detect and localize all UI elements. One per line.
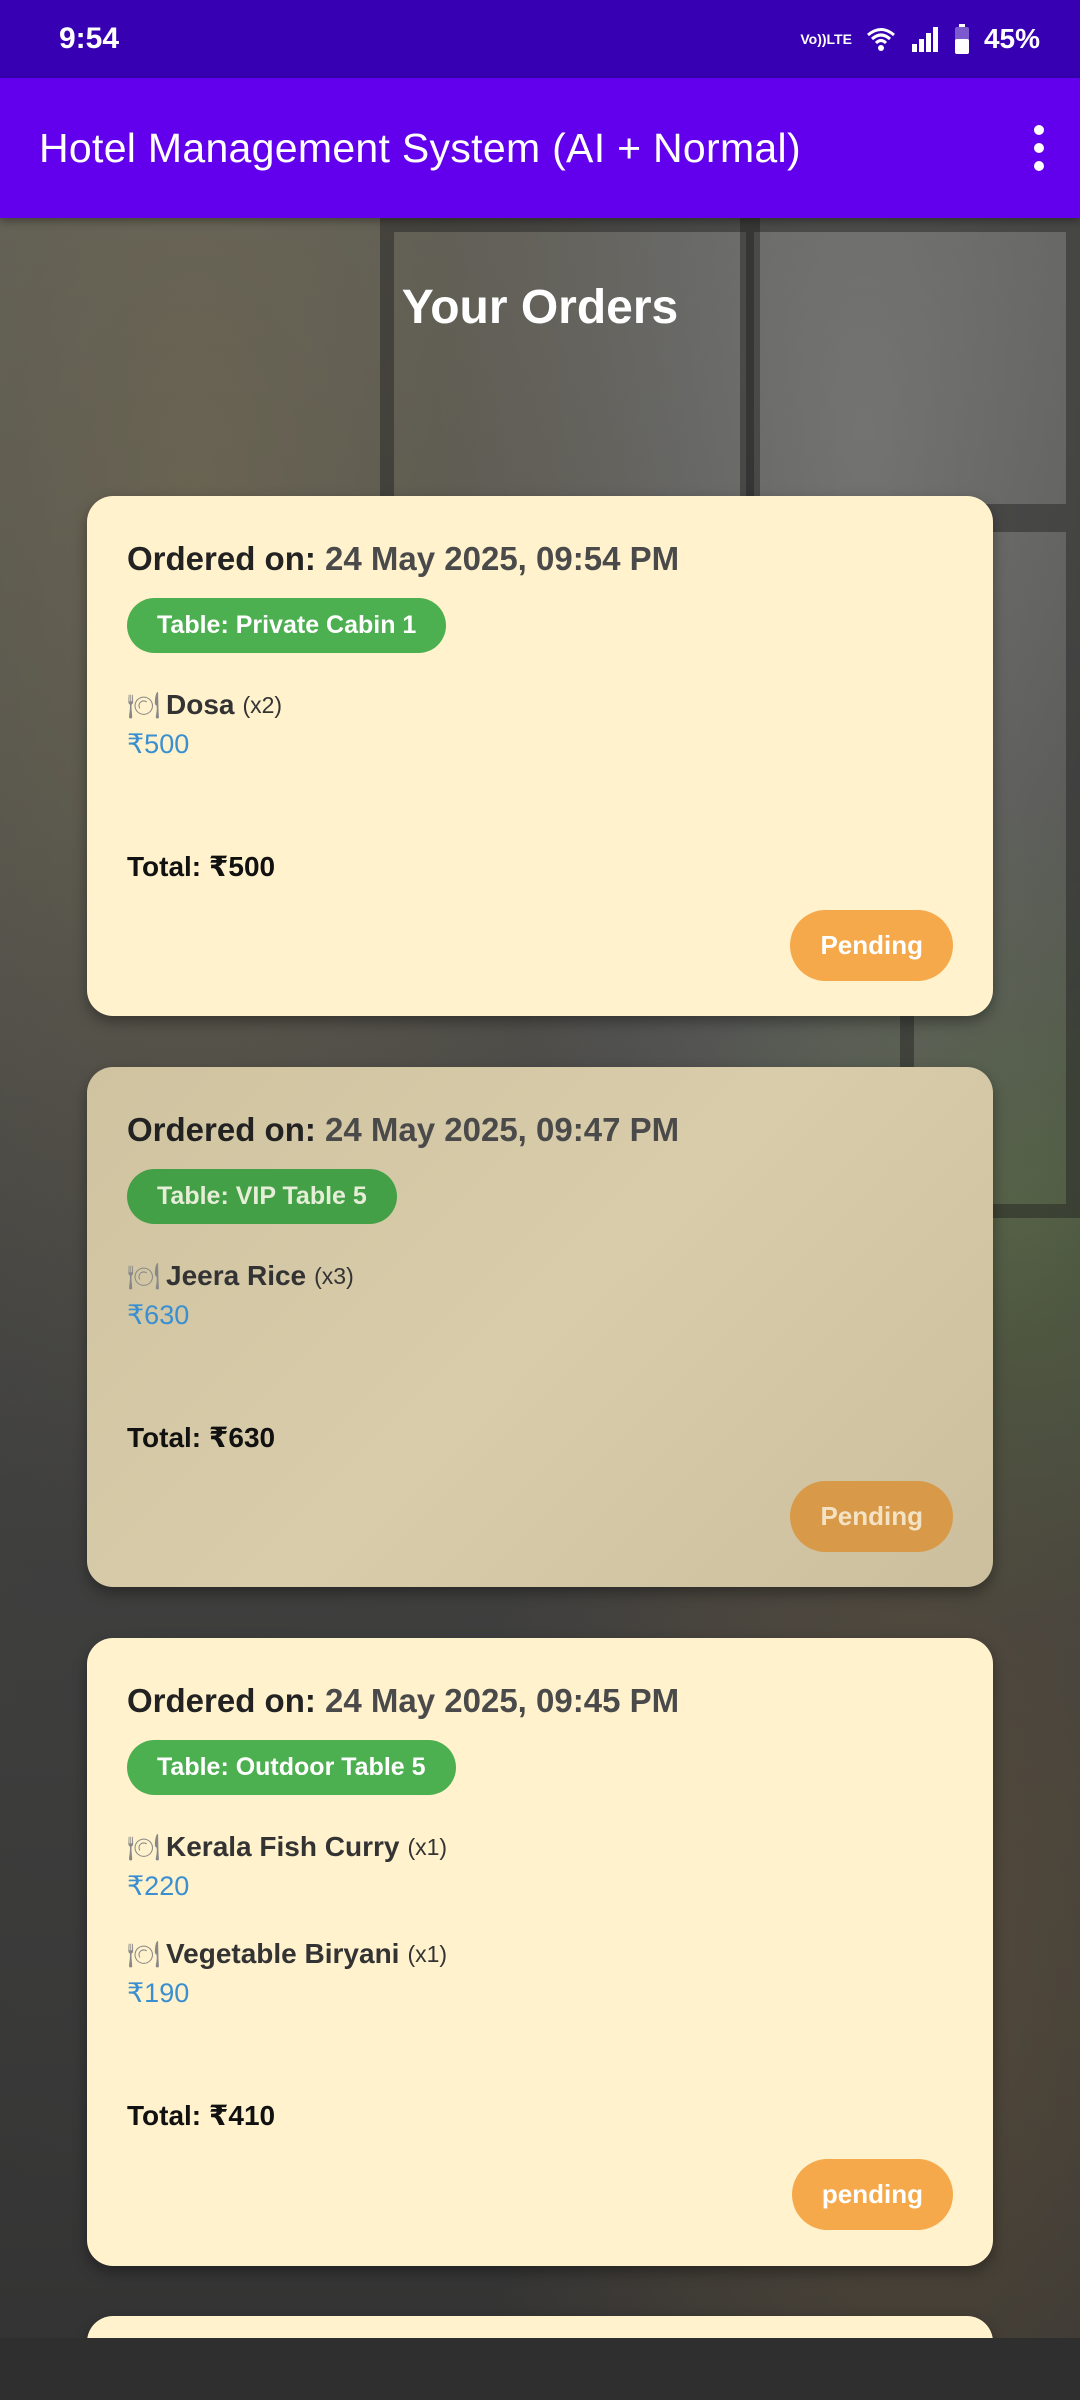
order-total: Total: ₹500 bbox=[127, 851, 276, 882]
ordered-on-label: Ordered on: bbox=[127, 540, 316, 577]
menu-dot bbox=[1034, 143, 1044, 153]
ordered-on: Ordered on: 24 May 2025, 09:47 PM bbox=[127, 1111, 953, 1149]
status-bar: 9:54 Vo)) LTE 45% bbox=[0, 0, 1080, 78]
menu-dot bbox=[1034, 161, 1044, 171]
app-title: Hotel Management System (AI + Normal) bbox=[39, 124, 801, 171]
ordered-on-date: 24 May 2025, 09:54 PM bbox=[325, 540, 680, 577]
status-badge[interactable]: pending bbox=[791, 2159, 953, 2230]
window-pane bbox=[740, 218, 1080, 518]
volte-top-text: Vo)) bbox=[800, 31, 827, 47]
item-price: ₹630 bbox=[127, 1300, 190, 1330]
ordered-on-label: Ordered on: bbox=[127, 1111, 316, 1148]
table-badge: Table: Outdoor Table 5 bbox=[127, 1740, 456, 1795]
item-name: Vegetable Biryani bbox=[166, 1938, 400, 1969]
order-total: Total: ₹630 bbox=[127, 1422, 276, 1453]
item-price: ₹220 bbox=[127, 1871, 190, 1901]
ordered-on: Ordered on: 24 May 2025, 09:45 PM bbox=[127, 1682, 953, 1720]
plate-icon: 🍽 bbox=[127, 1938, 161, 1969]
item-quantity: (x1) bbox=[407, 1833, 448, 1860]
status-icons: Vo)) LTE 45% bbox=[800, 23, 1040, 55]
order-card[interactable]: Ordered on: 24 May 2025, 09:54 PM Table:… bbox=[87, 496, 993, 1016]
item-name: Kerala Fish Curry bbox=[166, 1831, 400, 1862]
item-price: ₹500 bbox=[127, 729, 190, 759]
app-bar: Hotel Management System (AI + Normal) bbox=[0, 78, 1080, 218]
item-price: ₹190 bbox=[127, 1978, 190, 2008]
ordered-on: Ordered on: 24 May 2025, 09:54 PM bbox=[127, 540, 953, 578]
table-badge: Table: Private Cabin 1 bbox=[127, 598, 447, 653]
item-quantity: (x3) bbox=[314, 1262, 354, 1289]
order-total: Total: ₹410 bbox=[127, 2100, 276, 2131]
item-name: Dosa bbox=[166, 689, 235, 720]
status-time: 9:54 bbox=[59, 22, 120, 55]
table-badge: Table: VIP Table 5 bbox=[127, 1169, 397, 1224]
order-item: 🍽 Jeera Rice (x3) ₹630 bbox=[127, 1260, 953, 1331]
order-item: 🍽 Vegetable Biryani (x1) ₹190 bbox=[127, 1938, 953, 2009]
volte-icon: Vo)) LTE bbox=[800, 32, 852, 46]
order-card[interactable]: Ordered on: 24 May 2025, 09:47 PM Table:… bbox=[87, 1067, 993, 1587]
status-badge[interactable]: Pending bbox=[790, 910, 953, 981]
plate-icon: 🍽 bbox=[127, 1831, 161, 1862]
signal-icon bbox=[910, 26, 940, 52]
plate-icon: 🍽 bbox=[127, 689, 161, 720]
item-quantity: (x2) bbox=[242, 691, 283, 718]
navigation-bar bbox=[0, 2338, 1080, 2400]
ordered-on-date: 24 May 2025, 09:45 PM bbox=[325, 1682, 680, 1719]
menu-dot bbox=[1034, 125, 1044, 135]
page-title: Your Orders bbox=[401, 281, 679, 334]
status-badge[interactable]: Pending bbox=[790, 1481, 953, 1552]
battery-percent: 45% bbox=[983, 23, 1040, 54]
item-quantity: (x1) bbox=[407, 1940, 448, 1967]
order-item: 🍽 Kerala Fish Curry (x1) ₹220 bbox=[127, 1831, 953, 1902]
item-name: Jeera Rice bbox=[166, 1260, 307, 1291]
plate-icon: 🍽 bbox=[127, 1260, 161, 1291]
window-pane bbox=[380, 218, 760, 518]
order-item: 🍽 Dosa (x2) ₹500 bbox=[127, 689, 953, 760]
order-card[interactable]: Ordered on: 24 May 2025, 09:45 PM Table:… bbox=[87, 1638, 993, 2266]
volte-bottom-text: LTE bbox=[826, 31, 852, 47]
ordered-on-label: Ordered on: bbox=[127, 1682, 316, 1719]
wifi-icon bbox=[866, 26, 896, 52]
more-vert-icon[interactable] bbox=[1024, 115, 1054, 181]
ordered-on-date: 24 May 2025, 09:47 PM bbox=[325, 1111, 680, 1148]
battery-icon bbox=[954, 24, 970, 54]
